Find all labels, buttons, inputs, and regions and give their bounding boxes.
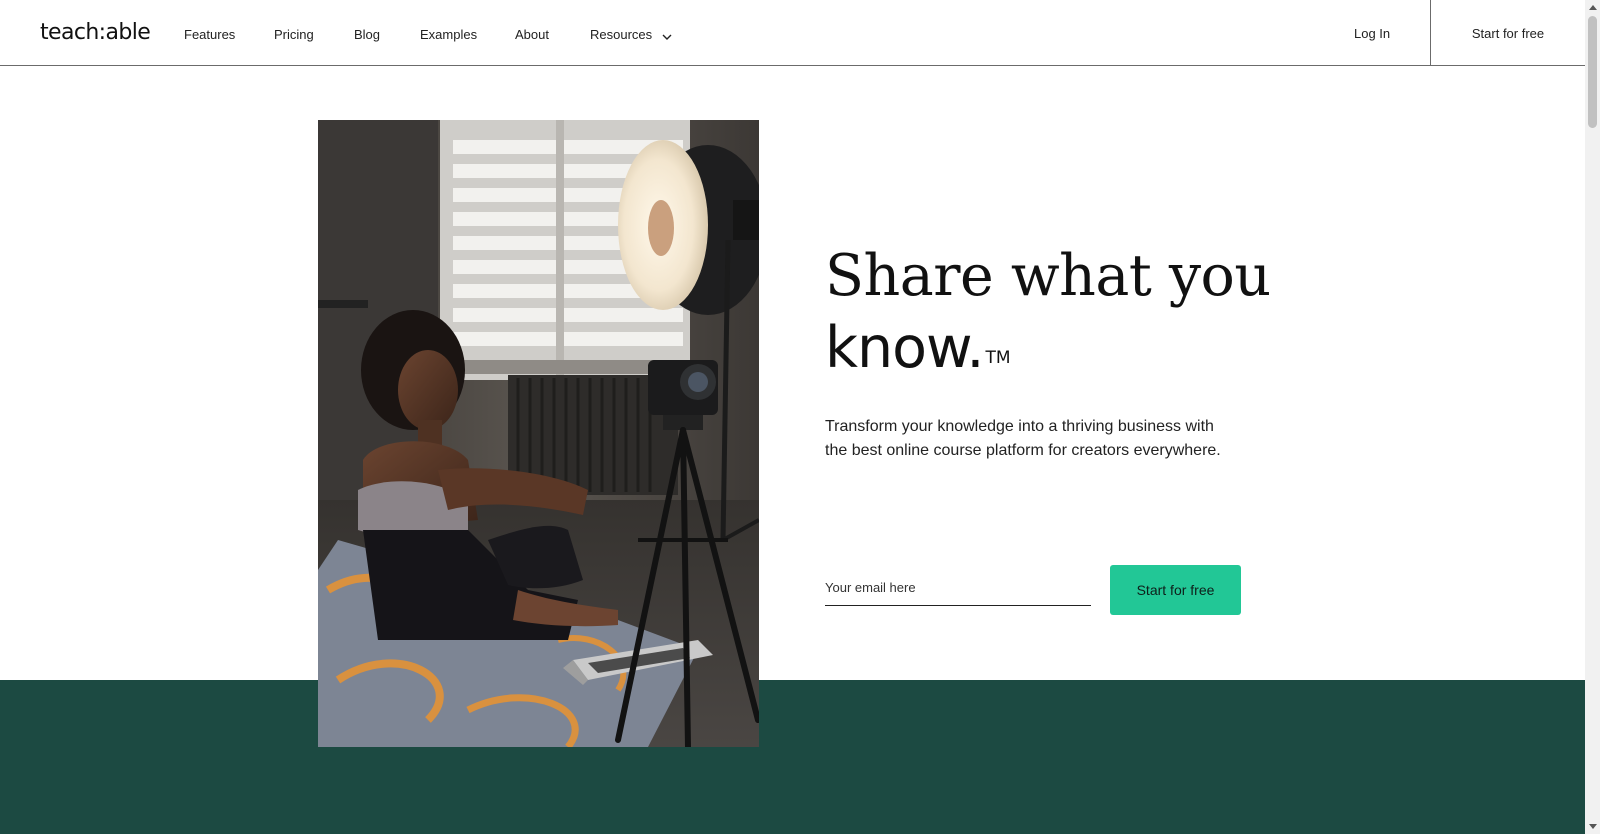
green-section-band [0,680,1585,834]
nav-item-blog[interactable]: Blog [354,27,380,42]
nav-item-pricing[interactable]: Pricing [274,27,314,42]
nav-item-features[interactable]: Features [184,27,235,42]
hero-headline-know: know. [825,315,985,381]
nav-item-about[interactable]: About [515,27,549,42]
site-header: teach:able Features Pricing Blog Example… [0,0,1585,66]
teachable-logo[interactable]: teach:able [40,20,151,45]
hero-headline-line1: Share what you [825,243,1271,309]
hero-subtext: Transform your knowledge into a thriving… [825,418,1221,459]
header-start-free-button[interactable]: Start for free [1431,0,1585,66]
scroll-up-arrow-icon[interactable] [1589,5,1597,10]
nav-item-resources-label: Resources [590,27,653,42]
scroll-down-arrow-icon[interactable] [1589,824,1597,829]
hero-headline-line2: know. TM [825,312,1285,384]
page-scrollbar[interactable] [1585,0,1600,834]
email-input[interactable] [825,570,1091,606]
trademark-mark: TM [985,348,1011,368]
hero-headline: Share what you know. TM [825,240,1285,384]
hero-image [318,120,759,747]
chevron-down-icon [662,28,672,43]
nav-item-resources[interactable]: Resources [590,27,672,43]
nav-item-examples[interactable]: Examples [420,27,477,42]
scroll-thumb[interactable] [1588,16,1597,128]
hero-start-free-button[interactable]: Start for free [1110,565,1241,615]
login-link[interactable]: Log In [1354,26,1390,41]
